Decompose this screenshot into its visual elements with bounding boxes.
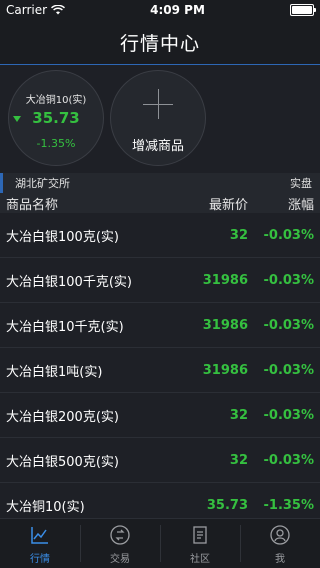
tab-me[interactable]: 我 (240, 519, 320, 568)
document-icon (193, 526, 207, 544)
row-price: 32 (229, 227, 248, 243)
quote-list: 大冶白银100克(实) 32 -0.03% 大冶白银100千克(实) 31986… (0, 213, 320, 528)
row-name: 大冶白银100克(实) (6, 229, 119, 245)
row-price: 35.73 (206, 497, 248, 513)
tab-trade[interactable]: 交易 (80, 519, 160, 568)
tab-label-me: 我 (275, 554, 285, 565)
tab-bar: 行情 交易 社区 我 (0, 518, 320, 568)
table-row[interactable]: 大冶白银100克(实) 32 -0.03% (0, 213, 320, 258)
row-price: 31986 (202, 272, 248, 288)
plus-icon-vertical (158, 89, 159, 119)
row-price: 31986 (202, 317, 248, 333)
row-name: 大冶白银10千克(实) (6, 319, 124, 335)
row-name: 大冶白银500克(实) (6, 454, 119, 470)
quote-name: 大冶铜10(实) (25, 95, 87, 106)
table-row[interactable]: 大冶白银200克(实) 32 -0.03% (0, 393, 320, 438)
row-name: 大冶白银1吨(实) (6, 364, 103, 380)
quote-change: -1.35% (36, 137, 76, 150)
row-change: -0.03% (263, 272, 315, 288)
status-bar: Carrier 4:09 PM (0, 0, 320, 20)
page-title: 行情中心 (119, 32, 200, 55)
tab-label-trade: 交易 (110, 554, 130, 565)
watchlist-header: 大冶铜10(实) 35.73 -1.35% 增减商品 (0, 65, 320, 173)
row-price: 31986 (202, 362, 248, 378)
row-change: -0.03% (263, 452, 315, 468)
table-row[interactable]: 大冶白银100千克(实) 31986 -0.03% (0, 258, 320, 303)
quote-price: 35.73 (32, 109, 80, 127)
row-price: 32 (229, 407, 248, 423)
exchange-name: 湖北矿交所 (15, 177, 70, 190)
add-product-label: 增减商品 (131, 139, 184, 154)
row-name: 大冶铜10(实) (6, 499, 85, 515)
column-header-price[interactable]: 最新价 (168, 194, 248, 213)
row-change: -1.35% (263, 497, 315, 513)
column-headers: 商品名称 最新价 涨幅 (0, 193, 320, 213)
row-change: -0.03% (263, 407, 315, 423)
quote-card[interactable]: 大冶铜10(实) 35.73 -1.35% (8, 70, 104, 166)
column-header-change[interactable]: 涨幅 (248, 194, 314, 213)
table-row[interactable]: 大冶白银500克(实) 32 -0.03% (0, 438, 320, 483)
tab-label-community: 社区 (190, 554, 210, 565)
status-left: Carrier (6, 3, 66, 17)
row-change: -0.03% (263, 317, 315, 333)
table-row[interactable]: 大冶白银10千克(实) 31986 -0.03% (0, 303, 320, 348)
tab-label-market: 行情 (30, 554, 50, 565)
add-product-button[interactable]: 增减商品 (110, 70, 206, 166)
row-change: -0.03% (263, 362, 315, 378)
wifi-icon (51, 5, 66, 15)
status-time: 4:09 PM (150, 3, 205, 17)
battery-icon (290, 4, 316, 16)
table-row[interactable]: 大冶白银1吨(实) 31986 -0.03% (0, 348, 320, 393)
tab-community[interactable]: 社区 (160, 519, 240, 568)
row-name: 大冶白银200克(实) (6, 409, 119, 425)
exchange-bar: 湖北矿交所 实盘 (0, 173, 320, 193)
row-change: -0.03% (263, 227, 315, 243)
exchange-type: 实盘 (290, 177, 312, 190)
chart-icon (31, 527, 48, 544)
nav-bar: 行情中心 (0, 20, 320, 65)
row-name: 大冶白银100千克(实) (6, 274, 132, 290)
exchange-icon (110, 525, 130, 545)
column-header-name: 商品名称 (6, 197, 59, 213)
tab-market[interactable]: 行情 (0, 519, 80, 568)
user-icon (270, 525, 290, 545)
carrier-label: Carrier (6, 3, 48, 17)
row-price: 32 (229, 452, 248, 468)
